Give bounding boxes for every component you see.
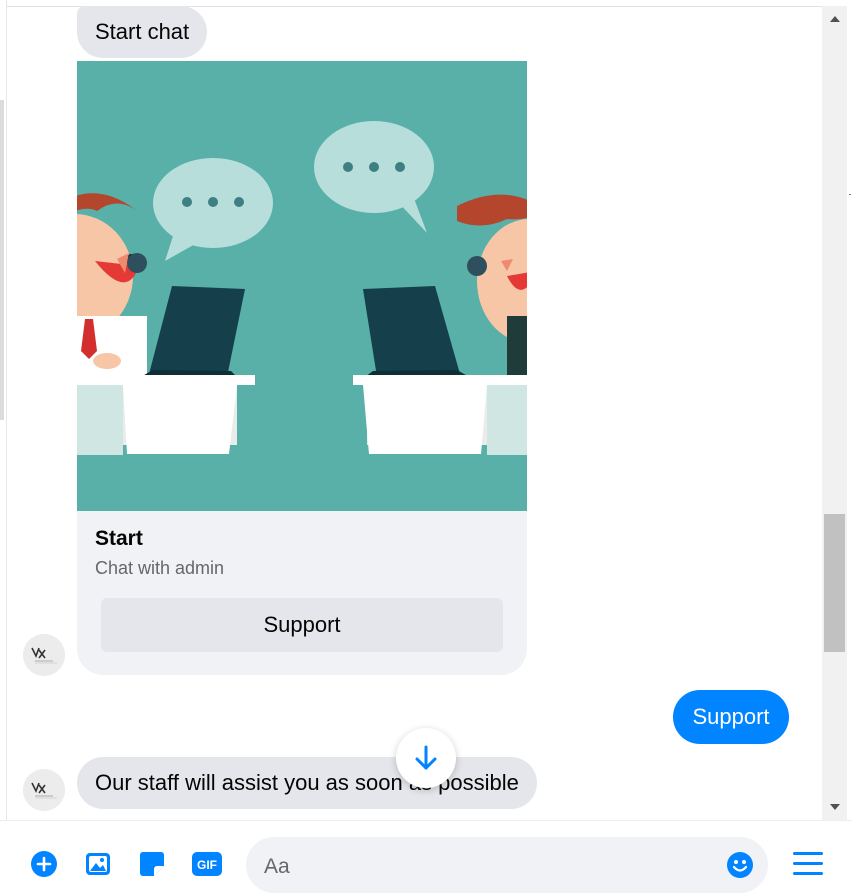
card-title: Start xyxy=(95,527,143,550)
scroll-up-arrow-icon[interactable] xyxy=(822,6,847,32)
gif-icon[interactable]: GIF xyxy=(192,850,222,878)
gif-label: GIF xyxy=(197,858,217,872)
page-logo-icon xyxy=(23,634,65,676)
support-button[interactable]: Support xyxy=(101,598,503,652)
card-subtitle: Chat with admin xyxy=(95,558,225,578)
scroll-to-bottom-button[interactable] xyxy=(396,728,456,788)
page-edge xyxy=(0,0,7,820)
emoji-icon[interactable] xyxy=(726,851,754,879)
menu-icon[interactable] xyxy=(792,851,824,877)
message-card: Start Chat with admin Support xyxy=(77,61,527,675)
user-reply-message: Support xyxy=(673,690,789,744)
message-input-container xyxy=(246,837,768,893)
start-chat-message: Start chat xyxy=(77,6,208,58)
sticker-icon[interactable] xyxy=(138,850,166,878)
avatar[interactable] xyxy=(23,769,65,811)
scroll-down-arrow-icon[interactable] xyxy=(822,794,847,820)
avatar[interactable] xyxy=(23,634,65,676)
scrollbar-thumb[interactable] xyxy=(824,514,845,652)
card-image xyxy=(77,61,527,511)
message-list: Start chat Start Chat with admin Support… xyxy=(7,0,822,820)
arrow-down-icon xyxy=(415,745,437,770)
page-logo-icon xyxy=(23,769,65,811)
plus-icon[interactable] xyxy=(30,850,58,878)
staff-message: Our staff will assist you as soon as pos… xyxy=(77,757,537,809)
scrollbar[interactable] xyxy=(822,6,847,820)
composer: GIF xyxy=(0,820,852,893)
image-icon[interactable] xyxy=(84,850,112,878)
edge-tick xyxy=(849,194,851,195)
message-input[interactable] xyxy=(262,851,706,883)
page-edge-mark xyxy=(0,100,4,420)
support-illustration xyxy=(77,61,527,511)
